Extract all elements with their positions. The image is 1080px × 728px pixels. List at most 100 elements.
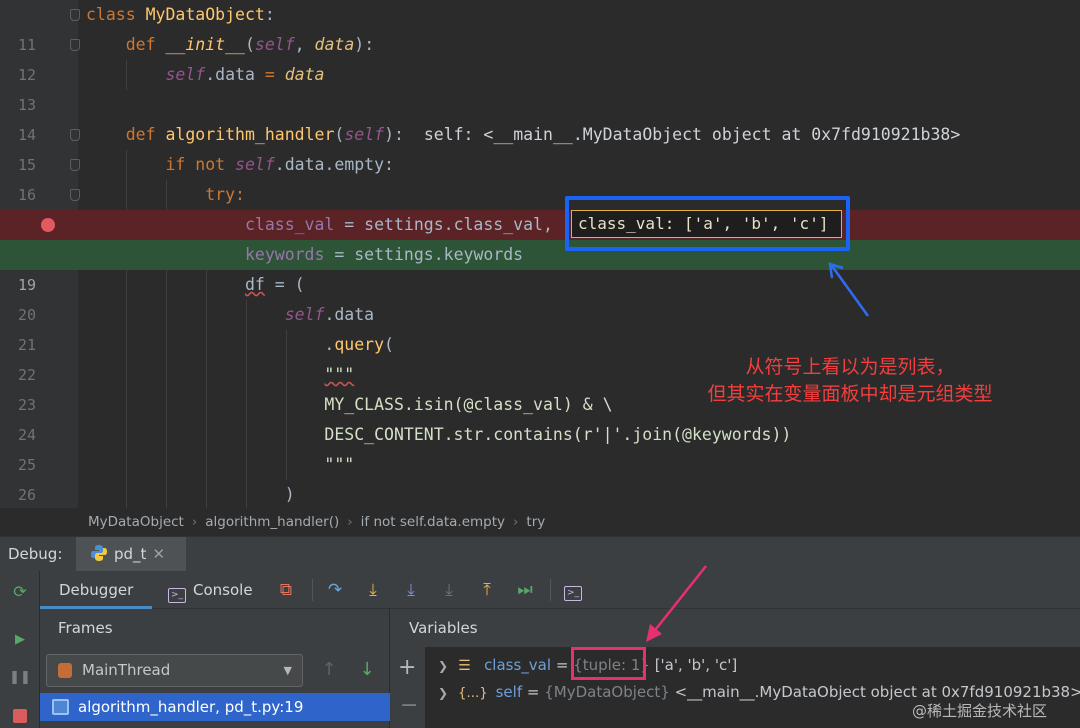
rerun-icon[interactable]: ⟳ (9, 581, 31, 603)
variable-eq: = (522, 683, 545, 701)
self-param: self (344, 125, 385, 144)
method-name: query (334, 335, 385, 354)
fold-icon[interactable] (70, 39, 80, 51)
arrow-down-icon[interactable]: ↓ (356, 659, 378, 681)
step-out-icon[interactable]: ⤒ (476, 579, 498, 601)
arrow-up-icon[interactable]: ↑ (318, 659, 340, 681)
function-name: __init__ (165, 35, 245, 54)
evaluate-expression-icon[interactable]: >_ (562, 579, 584, 601)
frame-row-selected[interactable]: algorithm_handler, pd_t.py:19 (40, 693, 390, 721)
code-text: .data.empty: (274, 155, 394, 174)
breadcrumb-item[interactable]: MyDataObject (88, 514, 184, 530)
toolbar-separator (312, 579, 313, 601)
force-step-into-icon[interactable]: ⤓ (438, 579, 460, 601)
resume-icon[interactable]: ▶ (9, 629, 31, 651)
object-icon: {…} (458, 686, 488, 701)
string-literal: DESC_CONTENT.str.contains(r'|'.join(@key… (324, 425, 792, 444)
stop-icon[interactable] (9, 705, 31, 727)
fold-icon[interactable] (70, 129, 80, 141)
code-line-13[interactable]: 13 self.data = data (0, 60, 1080, 114)
code-line-26[interactable]: 26 """ (0, 450, 1080, 504)
code-text: ( (244, 35, 255, 54)
step-into-my-code-icon[interactable]: ⤓ (400, 579, 422, 601)
class-name: MyDataObject (145, 5, 265, 24)
code-text: , (294, 35, 315, 54)
code-editor[interactable]: 11 class MyDataObject: 12 def __init__(s… (0, 0, 1080, 508)
debug-session-tab[interactable]: pd_t ✕ (76, 537, 186, 571)
code-line-20[interactable]: 20 df = ( (0, 270, 1080, 324)
debugger-toolbar: Debugger >_ Console ⧉ ↷ ⤓ ⤓ ⤓ ⤒ ⏭ >_ (40, 571, 1080, 609)
breadcrumb-item[interactable]: algorithm_handler() (205, 514, 339, 530)
tab-debugger[interactable]: Debugger (40, 571, 152, 609)
tab-label: Console (193, 581, 253, 599)
fold-icon[interactable] (70, 9, 80, 21)
inline-value-popup: class_val: ['a', 'b', 'c'] (571, 210, 842, 238)
fold-icon[interactable] (70, 159, 80, 171)
debug-tool-header: Debug: pd_t ✕ (0, 536, 1080, 571)
code-line-17[interactable]: 17 try: (0, 180, 1080, 234)
chevron-right-icon[interactable]: ❯ (438, 686, 448, 700)
chevron-right-icon[interactable]: ❯ (438, 659, 448, 673)
tab-label: pd_t (114, 545, 147, 563)
breadcrumb-item[interactable]: try (526, 514, 545, 530)
python-icon (91, 545, 107, 561)
code-text: .data (205, 65, 265, 84)
variables-title: Variables (390, 609, 1080, 647)
step-into-icon[interactable]: ⤓ (362, 579, 384, 601)
code-line-25[interactable]: 25 DESC_CONTENT.str.contains(r'|'.join(@… (0, 420, 1080, 474)
thread-dropdown[interactable]: MainThread ▼ (46, 654, 303, 687)
tab-console[interactable]: >_ Console (168, 571, 253, 609)
thread-icon (58, 663, 72, 678)
frames-panel: Frames MainThread ▼ ↑ ↓ algorithm_handle… (40, 609, 390, 728)
code-text: ) (284, 485, 295, 504)
code-text: = ( (264, 275, 305, 294)
breadcrumb-item[interactable]: if not self.data.empty (361, 514, 505, 530)
self-param: self (165, 65, 206, 84)
code-text: .data (324, 305, 375, 324)
variable-value: ['a', 'b', 'c'] (649, 656, 738, 674)
code-line-27[interactable]: 27 ) (0, 480, 1080, 508)
code-line-16[interactable]: 16 if not self.data.empty: (0, 150, 1080, 204)
code-text: ( (334, 125, 345, 144)
keyword: def (125, 125, 156, 144)
keyword: class (86, 5, 136, 24)
debug-side-toolbar: ⟳ ▶ ❚❚ (0, 571, 40, 728)
remove-watch-icon[interactable]: − (400, 693, 418, 718)
variable-type: {MyDataObject} (544, 683, 670, 701)
add-watch-icon[interactable]: + (398, 655, 416, 680)
fold-icon[interactable] (70, 189, 80, 201)
chevron-right-icon: › (191, 514, 198, 530)
step-over-icon[interactable]: ↷ (324, 579, 346, 601)
code-line-18-breakpoint[interactable]: 18 class_val = settings.class_val, (0, 210, 1080, 264)
annotation-line: 但其实在变量面板中却是元组类型 (707, 383, 993, 405)
show-execution-point-icon[interactable]: ⧉ (275, 579, 297, 601)
code-text: : (264, 5, 275, 24)
code-line-12[interactable]: 12 def __init__(self, data): (0, 30, 1080, 84)
code-text: ): (354, 35, 375, 54)
operator: = (264, 65, 275, 84)
param: data (284, 65, 325, 84)
string-literal: MY_CLASS.isin(@class_val) & \ (324, 395, 613, 414)
code-line-19-current[interactable]: 19 keywords = settings.keywords (0, 240, 1080, 294)
annotation-text: 从符号上看以为是列表， 但其实在变量面板中却是元组类型 (640, 354, 1060, 408)
chevron-right-icon: › (347, 514, 353, 530)
variable-eq: = (551, 656, 574, 674)
code-line-11[interactable]: 11 class MyDataObject: (0, 0, 1080, 54)
run-to-cursor-icon[interactable]: ⏭ (514, 579, 536, 601)
debug-label: Debug: (8, 545, 63, 563)
function-name: algorithm_handler (165, 125, 335, 144)
close-icon[interactable]: ✕ (152, 545, 165, 563)
code-text: = settings.keywords (324, 245, 524, 264)
code-line-21[interactable]: 21 self.data (0, 300, 1080, 354)
code-line-14[interactable]: 14 (0, 90, 1080, 144)
code-text: . (324, 335, 335, 354)
frame-icon (52, 699, 69, 715)
breakpoint-icon[interactable] (41, 218, 55, 232)
list-icon: ☰ (458, 658, 471, 674)
thread-name: MainThread (82, 661, 171, 679)
keyword: try: (205, 185, 245, 204)
pause-icon[interactable]: ❚❚ (9, 667, 31, 689)
code-line-15[interactable]: 15 def algorithm_handler(self): self: <_… (0, 120, 1080, 174)
